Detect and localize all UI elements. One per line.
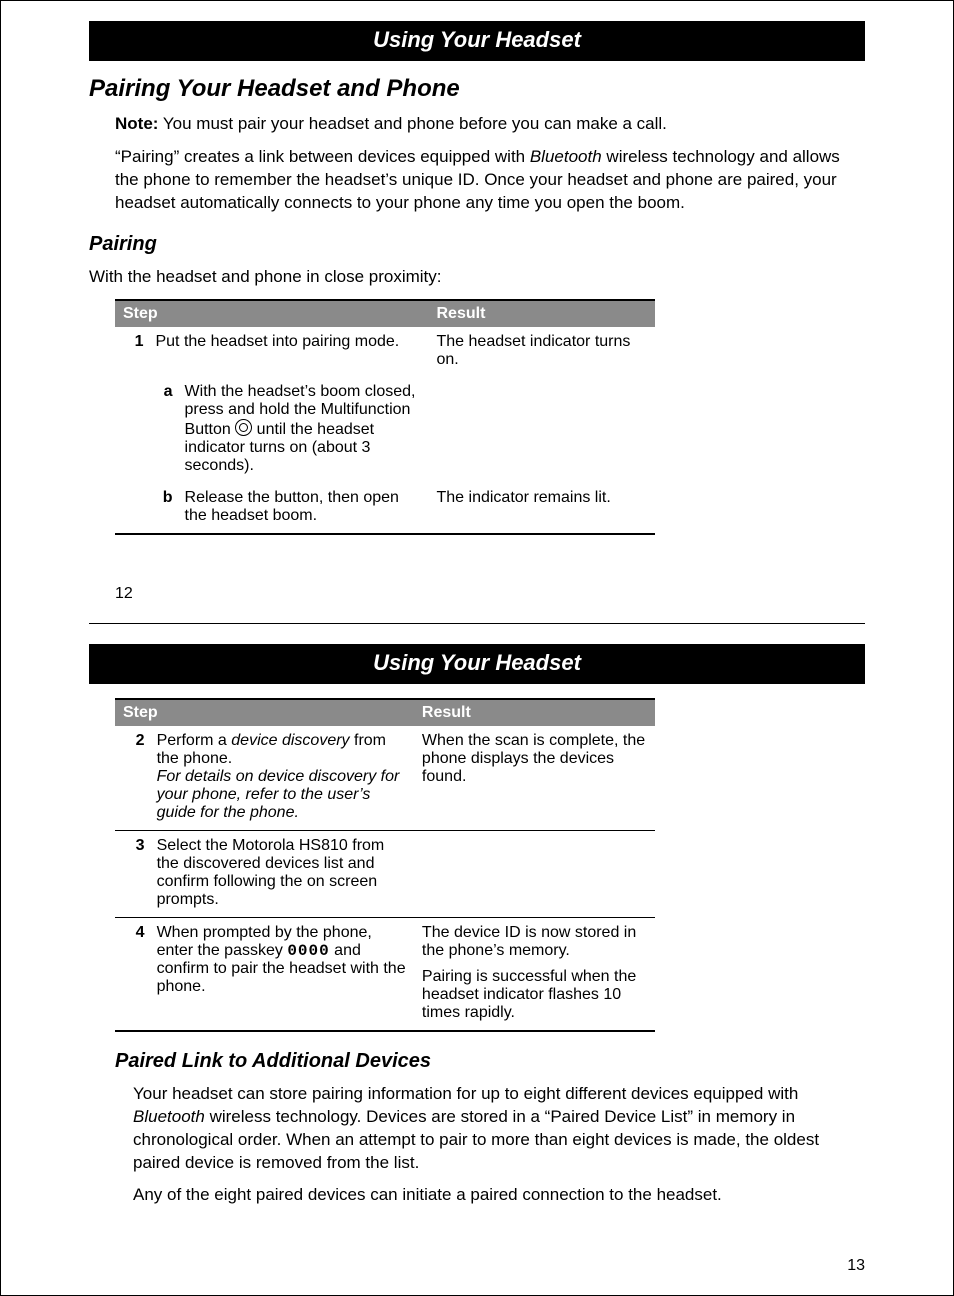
pairing-intro: With the headset and phone in close prox… — [89, 266, 865, 289]
page-number: 13 — [89, 1257, 865, 1275]
passkey-code: 0000 — [287, 942, 329, 960]
additional-paragraph-2: Any of the eight paired devices can init… — [133, 1184, 865, 1207]
col-result: Result — [414, 699, 655, 726]
note-label: Note: — [115, 114, 158, 133]
col-step: Step — [115, 300, 429, 327]
bluetooth-term: Bluetooth — [133, 1107, 205, 1126]
section-banner: Using Your Headset — [89, 644, 865, 684]
table-row: 4 When prompted by the phone, enter the … — [115, 917, 655, 1031]
section-banner: Using Your Headset — [89, 21, 865, 61]
col-result: Result — [429, 300, 656, 327]
table-row: 2 Perform a device discovery from the ph… — [115, 726, 655, 831]
additional-paragraph-1: Your headset can store pairing informati… — [133, 1083, 865, 1175]
table-row: 3 Select the Motorola HS810 from the dis… — [115, 830, 655, 917]
pairing-steps-table-cont: Step Result 2 Perform a device discovery… — [115, 698, 655, 1032]
pairing-description: “Pairing” creates a link between devices… — [115, 146, 865, 215]
pairing-steps-table: Step Result 1 Put the headset into pairi… — [115, 299, 655, 535]
col-step: Step — [115, 699, 414, 726]
note-text: You must pair your headset and phone bef… — [158, 114, 666, 133]
table-row: a With the headset’s boom closed, press … — [115, 377, 655, 483]
table-row: 1 Put the headset into pairing mode. The… — [115, 327, 655, 377]
table-row: b Release the button, then open the head… — [115, 483, 655, 534]
multifunction-button-icon — [235, 419, 252, 436]
page-number: 12 — [115, 585, 865, 603]
heading-pairing: Pairing — [89, 233, 865, 256]
heading-additional-devices: Paired Link to Additional Devices — [115, 1050, 865, 1073]
note-paragraph: Note: You must pair your headset and pho… — [115, 113, 865, 136]
bluetooth-term: Bluetooth — [530, 147, 602, 166]
heading-pairing-headset-phone: Pairing Your Headset and Phone — [89, 75, 865, 103]
